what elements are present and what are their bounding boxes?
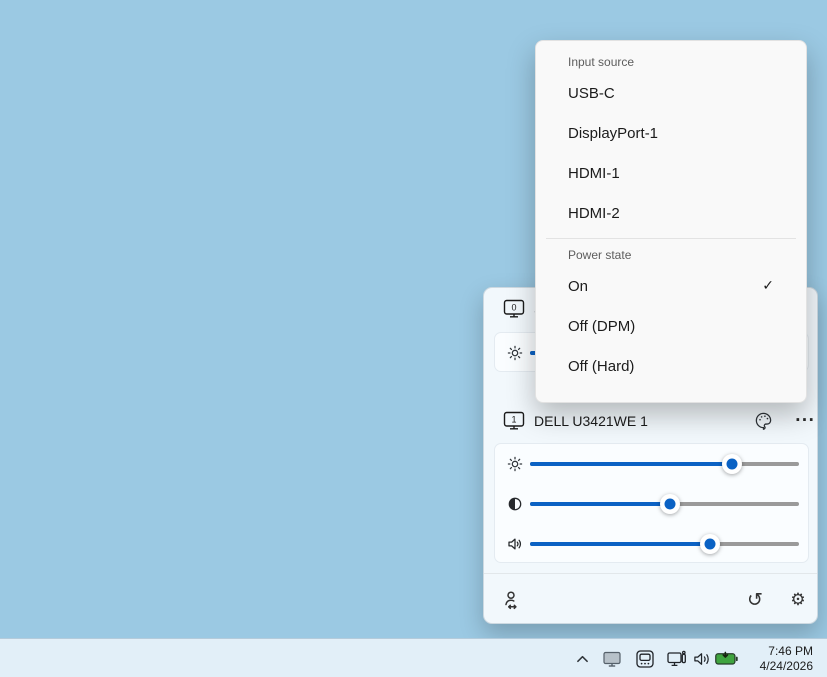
more-options-button[interactable]: ··· bbox=[795, 410, 815, 430]
brightness-slider[interactable] bbox=[530, 462, 799, 466]
slider-thumb[interactable] bbox=[700, 534, 720, 554]
contrast-slider[interactable] bbox=[530, 502, 799, 506]
volume-tray-icon[interactable] bbox=[690, 639, 714, 677]
display-tray-icon[interactable] bbox=[600, 639, 624, 677]
menu-section-label-power-state: Power state bbox=[536, 244, 806, 266]
menu-item-off-dpm[interactable]: Off (DPM) bbox=[536, 306, 806, 346]
profile-switch-icon[interactable] bbox=[501, 589, 523, 611]
menu-item-usb-c[interactable]: USB-C bbox=[536, 73, 806, 113]
monitor-number-icon: 1 bbox=[503, 411, 525, 431]
volume-icon bbox=[506, 535, 524, 553]
volume-slider-row bbox=[495, 524, 808, 564]
svg-text:1: 1 bbox=[511, 415, 516, 425]
taskbar-clock[interactable]: 7:46 PM 4/24/2026 bbox=[760, 644, 813, 673]
refresh-icon[interactable]: ↺ bbox=[744, 589, 766, 611]
taskbar: 7:46 PM 4/24/2026 bbox=[0, 638, 827, 677]
monitor-row-1: 1 DELL U3421WE 1 ··· bbox=[503, 410, 803, 432]
context-menu: Input source USB-C DisplayPort-1 HDMI-1 … bbox=[535, 40, 807, 403]
settings-gear-icon[interactable]: ⚙ bbox=[787, 589, 809, 611]
monitor-number-icon: 0 bbox=[503, 299, 525, 319]
display-device-tray-icon[interactable] bbox=[665, 639, 689, 677]
contrast-slider-row bbox=[495, 484, 808, 524]
menu-section-label-input-source: Input source bbox=[536, 51, 806, 73]
slider-card-monitor-1 bbox=[494, 443, 809, 563]
menu-item-hdmi-1[interactable]: HDMI-1 bbox=[536, 153, 806, 193]
panel-footer: ↺ ⚙ bbox=[484, 573, 817, 624]
clock-time: 7:46 PM bbox=[760, 644, 813, 659]
menu-item-hdmi-2[interactable]: HDMI-2 bbox=[536, 193, 806, 233]
brightness-icon bbox=[506, 344, 524, 362]
brightness-slider-row bbox=[495, 444, 808, 484]
volume-slider[interactable] bbox=[530, 542, 799, 546]
monitor-name: DELL U3421WE 1 bbox=[534, 413, 648, 429]
brightness-icon bbox=[506, 455, 524, 473]
battery-charging-tray-icon[interactable] bbox=[714, 639, 738, 677]
svg-text:0: 0 bbox=[511, 303, 516, 313]
clock-date: 4/24/2026 bbox=[760, 659, 813, 674]
menu-item-off-hard[interactable]: Off (Hard) bbox=[536, 346, 806, 386]
menu-divider bbox=[546, 238, 796, 239]
slider-fill bbox=[530, 462, 732, 466]
color-palette-button[interactable] bbox=[753, 410, 773, 430]
slider-fill bbox=[530, 502, 670, 506]
slider-fill bbox=[530, 542, 710, 546]
slider-thumb[interactable] bbox=[660, 494, 680, 514]
show-hidden-icons-chevron[interactable] bbox=[570, 639, 594, 677]
menu-item-on[interactable]: On ✓ bbox=[536, 266, 806, 306]
check-icon: ✓ bbox=[762, 278, 774, 294]
app-terminal-tray-icon[interactable] bbox=[633, 639, 657, 677]
menu-item-displayport-1[interactable]: DisplayPort-1 bbox=[536, 113, 806, 153]
slider-thumb[interactable] bbox=[722, 454, 742, 474]
contrast-icon bbox=[506, 495, 524, 513]
